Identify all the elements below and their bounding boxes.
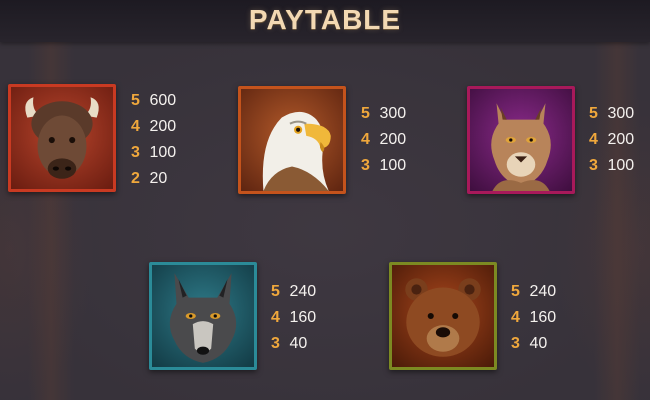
- wolf-icon: [169, 273, 237, 363]
- payout-value: 160: [289, 309, 317, 326]
- payout-value: 240: [529, 283, 557, 300]
- pay-row: 3 40: [511, 331, 556, 357]
- pay-row: 3 100: [131, 140, 176, 166]
- pay-row: 2 20: [131, 166, 176, 192]
- bear-icon: [405, 278, 481, 357]
- payout-value: 600: [149, 92, 177, 109]
- symbol-count: 4: [511, 309, 520, 326]
- pay-row: 4 200: [361, 127, 406, 153]
- eagle-icon: [262, 111, 331, 191]
- payout-value: 160: [529, 309, 557, 326]
- symbol-count: 3: [361, 157, 370, 174]
- pay-row: 3 100: [361, 153, 406, 179]
- pay-row: 5 240: [511, 279, 556, 305]
- symbol-count: 4: [271, 309, 280, 326]
- symbol-count: 5: [589, 105, 598, 122]
- payout-value: 240: [289, 283, 317, 300]
- bear-symbol: [389, 262, 497, 370]
- symbol-count: 3: [271, 335, 280, 352]
- payout-value: 200: [149, 118, 177, 135]
- symbol-count: 4: [131, 118, 140, 135]
- pay-row: 4 160: [511, 305, 556, 331]
- pay-row: 3 100: [589, 153, 634, 179]
- symbol-count: 3: [589, 157, 598, 174]
- payout-value: 20: [149, 170, 168, 187]
- payout-value: 40: [289, 335, 308, 352]
- pay-row: 5 240: [271, 279, 316, 305]
- pay-row: 4 200: [589, 127, 634, 153]
- payout-value: 200: [379, 131, 407, 148]
- eagle-paytable: 5 300 4 200 3 100: [361, 101, 406, 179]
- symbol-count: 2: [131, 170, 140, 187]
- bison-icon: [25, 97, 99, 179]
- symbol-count: 4: [589, 131, 598, 148]
- symbol-count: 3: [131, 144, 140, 161]
- payout-value: 100: [379, 157, 407, 174]
- pay-row: 5 600: [131, 88, 176, 114]
- bison-symbol: [8, 84, 116, 192]
- wolf-symbol: [149, 262, 257, 370]
- payout-value: 100: [607, 157, 635, 174]
- payout-value: 200: [607, 131, 635, 148]
- pay-row: 3 40: [271, 331, 316, 357]
- bison-paytable: 5 600 4 200 3 100 2 20: [131, 88, 176, 192]
- payout-value: 300: [379, 105, 407, 122]
- payout-value: 300: [607, 105, 635, 122]
- symbol-count: 5: [511, 283, 520, 300]
- symbol-count: 4: [361, 131, 370, 148]
- pay-row: 4 200: [131, 114, 176, 140]
- symbol-count: 5: [361, 105, 370, 122]
- cougar-icon: [491, 103, 551, 191]
- bear-paytable: 5 240 4 160 3 40: [511, 279, 556, 357]
- cougar-paytable: 5 300 4 200 3 100: [589, 101, 634, 179]
- page-title: PAYTABLE: [248, 4, 402, 35]
- cougar-symbol: [467, 86, 575, 194]
- wolf-paytable: 5 240 4 160 3 40: [271, 279, 316, 357]
- symbol-count: 3: [511, 335, 520, 352]
- right-totem-decoration: [594, 40, 640, 400]
- symbol-count: 5: [131, 92, 140, 109]
- payout-value: 40: [529, 335, 548, 352]
- symbol-count: 5: [271, 283, 280, 300]
- pay-row: 4 160: [271, 305, 316, 331]
- payout-value: 100: [149, 144, 177, 161]
- eagle-symbol: [238, 86, 346, 194]
- pay-row: 5 300: [589, 101, 634, 127]
- pay-row: 5 300: [361, 101, 406, 127]
